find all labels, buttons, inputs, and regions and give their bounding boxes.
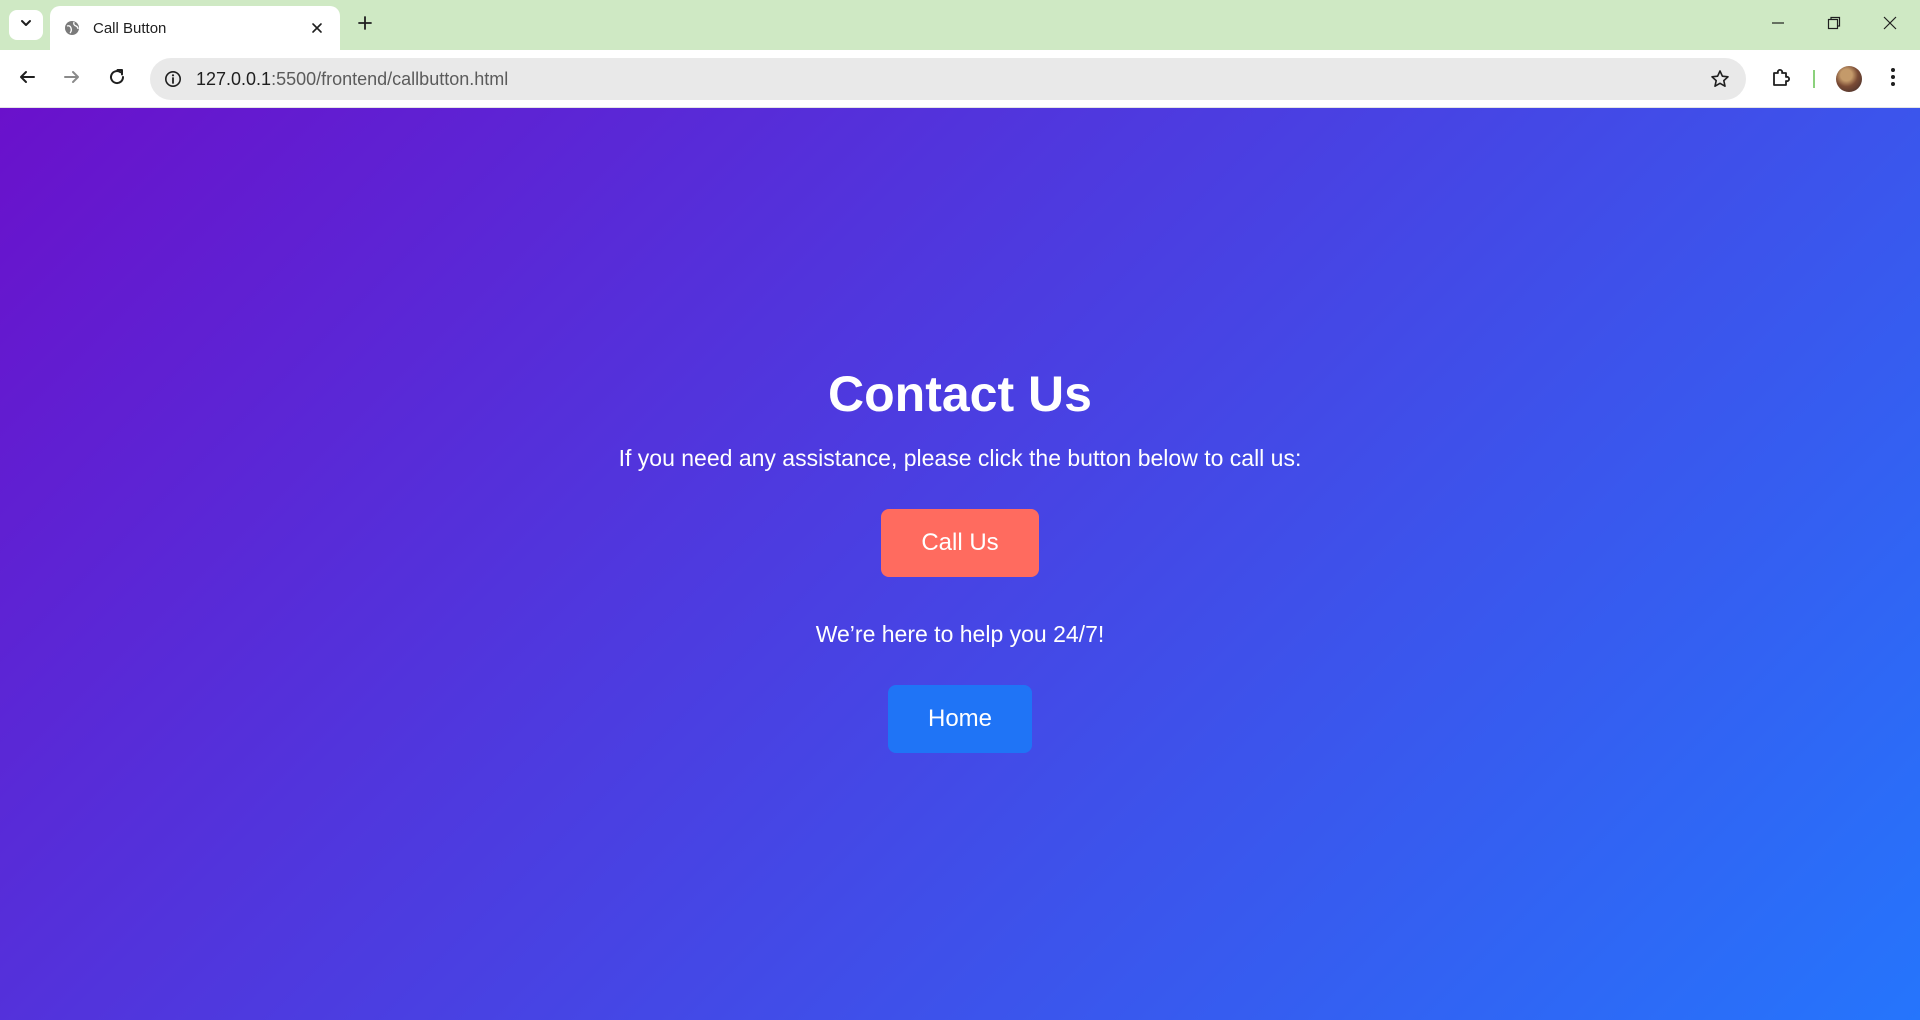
- forward-button[interactable]: [55, 62, 89, 96]
- page-viewport: Contact Us If you need any assistance, p…: [0, 108, 1920, 1020]
- arrow-left-icon: [18, 68, 36, 91]
- extensions-button[interactable]: [1765, 62, 1799, 96]
- restore-icon: [1827, 16, 1841, 35]
- more-vertical-icon: [1890, 67, 1896, 92]
- toolbar-divider: [1813, 70, 1815, 88]
- plus-icon: [357, 15, 373, 36]
- browser-menu-button[interactable]: [1876, 62, 1910, 96]
- tab-title: Call Button: [93, 19, 167, 37]
- tab-strip: Call Button: [0, 0, 1920, 50]
- reload-button[interactable]: [100, 62, 134, 96]
- site-info-icon[interactable]: [152, 58, 194, 100]
- globe-icon: [63, 19, 81, 37]
- profile-avatar[interactable]: [1836, 66, 1862, 92]
- home-button[interactable]: Home: [888, 685, 1032, 754]
- bookmark-star-icon[interactable]: [1708, 67, 1732, 91]
- chevron-down-icon: [19, 16, 33, 35]
- browser-toolbar: 127.0.0.1:5500/frontend/callbutton.html: [0, 50, 1920, 108]
- help-text: We’re here to help you 24/7!: [815, 620, 1105, 647]
- tab-search-button[interactable]: [9, 10, 43, 40]
- restore-button[interactable]: [1806, 0, 1862, 50]
- intro-text: If you need any assistance, please click…: [618, 445, 1302, 471]
- url-path: :5500/frontend/callbutton.html: [271, 68, 509, 89]
- address-bar[interactable]: 127.0.0.1:5500/frontend/callbutton.html: [150, 58, 1746, 100]
- minimize-icon: [1771, 16, 1785, 35]
- close-tab-icon[interactable]: [306, 17, 328, 39]
- minimize-button[interactable]: [1750, 0, 1806, 50]
- back-button[interactable]: [10, 62, 44, 96]
- reload-icon: [108, 68, 126, 91]
- call-us-button[interactable]: Call Us: [881, 508, 1039, 577]
- url-host: 127.0.0.1: [196, 68, 272, 89]
- puzzle-icon: [1771, 66, 1793, 93]
- active-tab[interactable]: Call Button: [50, 6, 340, 50]
- close-window-button[interactable]: [1862, 0, 1918, 50]
- close-icon: [1883, 16, 1897, 35]
- contact-section: Contact Us If you need any assistance, p…: [0, 108, 1920, 754]
- page-title: Contact Us: [828, 366, 1092, 422]
- arrow-right-icon: [63, 68, 81, 91]
- new-tab-button[interactable]: [351, 11, 379, 39]
- url-text: 127.0.0.1:5500/frontend/callbutton.html: [196, 69, 508, 90]
